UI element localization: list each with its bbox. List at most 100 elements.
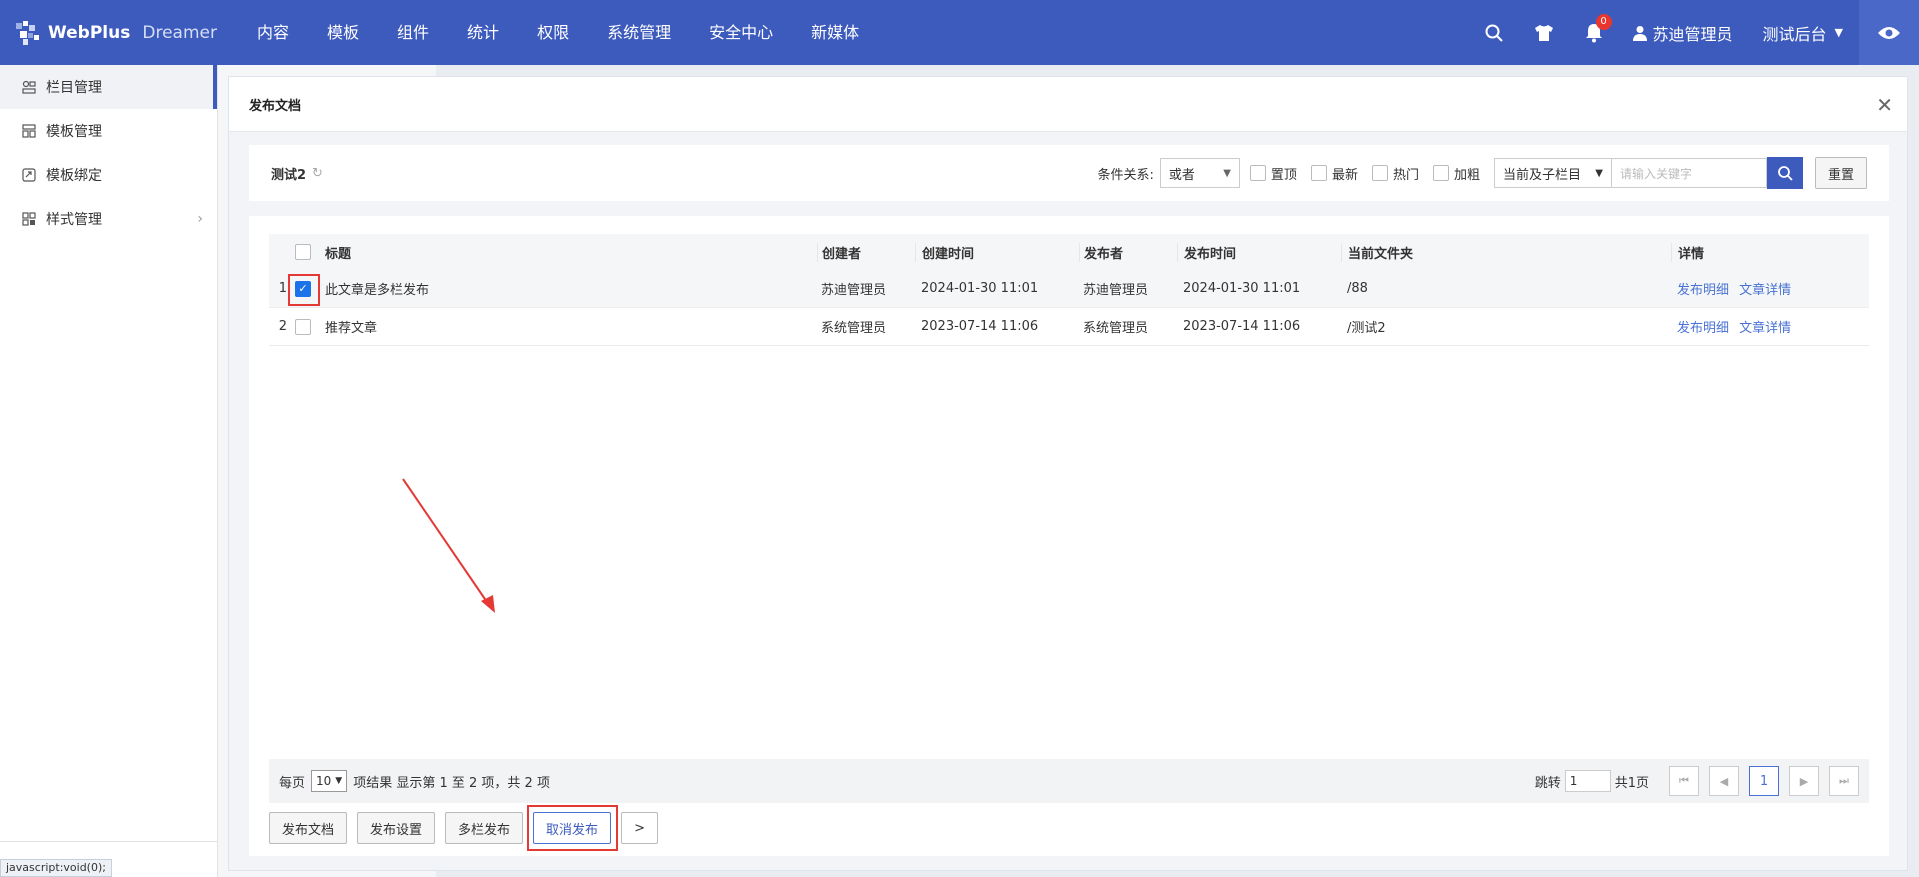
pager-controls: 跳转 1 共1页 ⏮ ◀ 1 ▶ ⏭	[1535, 766, 1859, 796]
table-header: 标题 创建者 创建时间 发布者 发布时间 当前文件夹 详情	[269, 234, 1869, 270]
current-page-button[interactable]: 1	[1749, 766, 1779, 796]
header-create-time: 创建时间	[915, 242, 1079, 262]
filter-top-label: 置顶	[1270, 167, 1297, 183]
user-menu[interactable]: 苏迪管理员	[1619, 0, 1747, 65]
logo[interactable]: WebPlus Dreamer	[0, 0, 218, 65]
sidebar-item-binding[interactable]: 模板绑定	[0, 153, 217, 197]
checkbox[interactable]	[1310, 165, 1327, 181]
eye-icon	[1878, 26, 1900, 39]
row-publisher: 苏迪管理员	[1083, 283, 1149, 298]
row-title: 此文章是多栏发布	[325, 283, 430, 298]
nav-item-template[interactable]: 模板	[308, 0, 378, 65]
relation-value: 或者	[1168, 167, 1195, 183]
sidebar: 栏目管理 模板管理 模板绑定 样式管理 ›	[0, 65, 218, 877]
filter-bold[interactable]: 加粗	[1432, 164, 1480, 183]
row-folder: /88	[1347, 281, 1368, 296]
logo-icon	[16, 20, 39, 45]
select-all-checkbox[interactable]	[295, 244, 311, 260]
reset-button[interactable]: 重置	[1814, 157, 1867, 189]
filter-top[interactable]: 置顶	[1249, 164, 1297, 183]
dialog-header: 发布文档 ✕	[229, 77, 1907, 132]
chevron-right-icon: ›	[197, 211, 203, 227]
header-creator: 创建者	[817, 242, 915, 262]
article-detail-link[interactable]: 文章详情	[1739, 321, 1791, 336]
publish-document-button[interactable]: 发布文档	[269, 812, 348, 844]
sidebar-item-label: 模板绑定	[46, 168, 102, 184]
sidebar-item-template[interactable]: 模板管理	[0, 109, 217, 153]
last-page-button[interactable]: ⏭	[1829, 766, 1859, 796]
document-table-panel: 标题 创建者 创建时间 发布者 发布时间 当前文件夹 详情 1 ✓ 此文章是多栏…	[249, 216, 1889, 856]
sidebar-item-style[interactable]: 样式管理 ›	[0, 197, 217, 241]
header-detail: 详情	[1671, 242, 1869, 262]
top-right-tools: 0 苏迪管理员 测试后台 ▼	[1469, 0, 1919, 65]
filter-hot-label: 热门	[1392, 167, 1419, 183]
brand-subname: Dreamer	[142, 22, 217, 43]
sidebar-item-label: 样式管理	[46, 212, 102, 228]
nav-item-content[interactable]: 内容	[238, 0, 308, 65]
nav-item-component[interactable]: 组件	[378, 0, 448, 65]
table-row[interactable]: 2 推荐文章 系统管理员 2023-07-14 11:06 系统管理员 2023…	[269, 308, 1869, 346]
filter-latest-label: 最新	[1331, 167, 1358, 183]
nav-item-newmedia[interactable]: 新媒体	[792, 0, 878, 65]
filters: 条件关系: 或者 ▼ 置顶 最新 热门 加粗 当前及子栏目 ▼ 请输入关键字 重…	[1098, 157, 1867, 189]
nav-item-security[interactable]: 安全中心	[690, 0, 792, 65]
publish-settings-button[interactable]: 发布设置	[357, 812, 436, 844]
relation-label: 条件关系:	[1097, 167, 1154, 183]
more-actions-button[interactable]: >	[621, 812, 658, 844]
dialog-title: 发布文档	[249, 98, 302, 114]
user-icon	[1632, 25, 1647, 41]
publish-detail-link[interactable]: 发布明细	[1677, 283, 1729, 298]
first-page-button[interactable]: ⏮	[1669, 766, 1699, 796]
sidebar-item-label: 模板管理	[46, 124, 102, 140]
row-publish-time: 2023-07-14 11:06	[1183, 319, 1301, 334]
row-checkbox[interactable]	[295, 318, 311, 335]
preview-button[interactable]	[1859, 0, 1919, 65]
per-page-select[interactable]: 10 ▼	[311, 770, 348, 792]
sidebar-item-column[interactable]: 栏目管理	[0, 65, 217, 109]
checkbox[interactable]	[1432, 165, 1449, 181]
search-submit-button[interactable]	[1766, 157, 1803, 189]
close-icon[interactable]: ✕	[1876, 93, 1893, 117]
column-icon	[22, 80, 36, 94]
multi-column-publish-button[interactable]: 多栏发布	[445, 812, 524, 844]
checkbox[interactable]	[1371, 165, 1388, 181]
row-title: 推荐文章	[325, 321, 378, 336]
scope-value: 当前及子栏目	[1502, 167, 1581, 183]
keyword-input[interactable]: 请输入关键字	[1611, 158, 1767, 188]
binding-icon	[22, 168, 36, 182]
caret-down-icon: ▼	[1595, 167, 1603, 179]
per-page-label: 每页	[279, 775, 306, 791]
prev-page-button[interactable]: ◀	[1709, 766, 1739, 796]
search-icon	[1778, 166, 1793, 181]
table-row[interactable]: 1 ✓ 此文章是多栏发布 苏迪管理员 2024-01-30 11:01 苏迪管理…	[269, 270, 1869, 308]
highlight-box	[288, 273, 320, 306]
scope-select[interactable]: 当前及子栏目 ▼	[1493, 158, 1612, 188]
relation-select[interactable]: 或者 ▼	[1159, 158, 1240, 188]
checkbox[interactable]	[1249, 165, 1266, 181]
site-selector[interactable]: 测试后台 ▼	[1747, 0, 1859, 65]
nav-item-statistics[interactable]: 统计	[448, 0, 518, 65]
jump-page-input[interactable]: 1	[1564, 770, 1611, 792]
next-page-button[interactable]: ▶	[1789, 766, 1819, 796]
select-all-cell	[289, 244, 317, 260]
row-details: 发布明细 文章详情	[1671, 279, 1869, 298]
refresh-icon[interactable]: ↻	[312, 166, 323, 181]
shirt-icon	[1534, 24, 1553, 41]
theme-button[interactable]	[1519, 0, 1569, 65]
site-name: 测试后台	[1762, 24, 1827, 44]
nav-item-permission[interactable]: 权限	[518, 0, 588, 65]
notification-button[interactable]: 0	[1569, 0, 1619, 65]
row-create-time: 2024-01-30 11:01	[921, 281, 1039, 296]
filter-hot[interactable]: 热门	[1371, 164, 1419, 183]
article-detail-link[interactable]: 文章详情	[1739, 283, 1791, 298]
per-page-value: 10	[316, 774, 332, 788]
filter-latest[interactable]: 最新	[1310, 164, 1358, 183]
search-button[interactable]	[1469, 0, 1519, 65]
publish-detail-link[interactable]: 发布明细	[1677, 321, 1729, 336]
user-name: 苏迪管理员	[1652, 24, 1733, 44]
nav-item-system[interactable]: 系统管理	[588, 0, 690, 65]
unpublish-wrapper: 取消发布	[527, 805, 619, 851]
header-title: 标题	[325, 246, 352, 262]
notification-badge: 0	[1595, 14, 1612, 30]
caret-down-icon: ▼	[1223, 167, 1231, 179]
